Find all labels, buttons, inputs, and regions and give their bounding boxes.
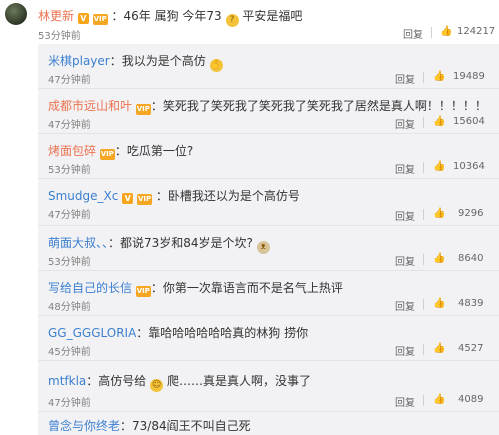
reply-text: ：靠哈哈哈哈哈哈真的林狗 捞你 [136,326,309,340]
like-count: 124217 [457,26,496,37]
cat-emoji-icon: ᴥ [256,241,270,254]
reply-button[interactable]: 回复 [395,394,415,409]
reply-author[interactable]: 萌面大叔、、 [48,236,108,250]
reply-author[interactable]: 曾念与你终老 [48,419,120,433]
list-item: 萌面大叔、、：都说73岁和84岁是个坎? ᴥ 53分钟前 回复 👍 8640 [38,226,499,271]
timestamp: 53分钟前 [38,31,81,42]
like-count: 10364 [453,161,485,172]
reply-text: ：卧槽我还以为是个高仿号 [155,189,300,203]
vip-badge-icon: VIP [99,149,115,160]
divider [423,395,424,406]
reply-author[interactable]: 成都市远山和叶 [48,99,132,113]
timestamp: 47分钟前 [48,75,91,86]
timestamp: 53分钟前 [48,165,91,176]
reply-button[interactable]: 回复 [395,253,415,268]
reply-text: ：高仿号给 [86,374,147,388]
list-item: 成都市远山和叶 VIP：笑死我了笑死我了笑死我了笑死我了居然是真人啊！！！！！ … [38,89,499,134]
reply-button[interactable]: 回复 [395,208,415,223]
reply-button[interactable]: 回复 [403,26,423,41]
like-count: 19489 [453,71,485,82]
like-thumb-icon[interactable]: 👍 [433,298,445,309]
like-count: 4089 [458,394,484,405]
like-thumb-icon[interactable]: 👍 [433,208,445,219]
smiley-emoji-icon: ☺ [150,379,164,392]
divider [431,27,432,38]
like-thumb-icon[interactable]: 👍 [433,71,445,82]
weibo-comment-thread: 林更新 V VIP ：46年 属狗 今年73 ? 平安是福吧 53分钟前 回复 … [0,0,499,435]
list-item: 写给自己的长信 VIP：你第一次靠语言而不是名气上热评 48分钟前 回复 👍 4… [38,271,499,316]
divider [423,117,424,128]
like-thumb-icon[interactable]: 👍 [433,343,445,354]
timestamp: 47分钟前 [48,210,91,221]
reply-text: ：我以为是个高仿 [109,54,206,68]
list-item: 烤面包碎 VIP：吃瓜第一位? 53分钟前 回复 👍 10364 [38,134,499,179]
reply-text: ：都说73岁和84岁是个坎? [108,236,253,250]
reply-author[interactable]: mtfkla [48,374,86,388]
reply-author[interactable]: 米棋player [48,54,110,68]
verified-v-icon: V [122,193,134,204]
divider [423,72,424,83]
timestamp: 53分钟前 [48,257,91,268]
divider [423,344,424,355]
timestamp: 47分钟前 [48,120,91,131]
reply-text: ：你第一次靠语言而不是名气上热评 [150,281,343,295]
vip-badge-icon: VIP [137,194,153,205]
top-comment-line: 林更新 V VIP ：46年 属狗 今年73 ? 平安是福吧 [38,7,302,27]
reply-button[interactable]: 回复 [395,343,415,358]
vip-badge-icon: VIP [135,104,151,115]
comment-text-continued: 平安是福吧 [242,9,303,23]
thinking-emoji-icon: ? [225,14,239,27]
reply-text: ：吃瓜第一位? [114,144,194,158]
reply-author[interactable]: 烤面包碎 [48,144,96,158]
reply-author[interactable]: GG_GGGLORIA [48,326,136,340]
divider [423,299,424,310]
like-count: 15604 [453,116,485,127]
clap-hands-emoji-icon: ✋ [209,59,223,72]
like-thumb-icon[interactable]: 👍 [433,253,445,264]
reply-text-continued: 爬……真是真人啊，没事了 [166,374,311,388]
reply-button[interactable]: 回复 [395,71,415,86]
list-item: GG_GGGLORIA：靠哈哈哈哈哈哈真的林狗 捞你 45分钟前 回复 👍 45… [38,316,499,361]
divider [423,254,424,265]
vip-badge-icon: VIP [135,286,151,297]
timestamp: 47分钟前 [48,398,91,409]
reply-text: ：笑死我了笑死我了笑死我了笑死我了居然是真人啊！！！！！ [150,99,487,113]
replies-panel: 米棋player：我以为是个高仿 ✋ 47分钟前 回复 👍 19489 成都市远… [38,44,499,435]
like-count: 9296 [458,208,484,219]
timestamp: 48分钟前 [48,302,91,313]
reply-author[interactable]: 写给自己的长信 [48,281,132,295]
like-thumb-icon[interactable]: 👍 [433,161,445,172]
divider [423,162,424,173]
like-count: 4839 [458,298,484,309]
verified-v-icon: V [77,13,89,24]
like-thumb-icon[interactable]: 👍 [440,26,452,37]
like-thumb-icon[interactable]: 👍 [433,394,445,405]
avatar[interactable] [5,3,27,25]
reply-text: ：73/84阎王不叫自己死 [120,419,251,433]
reply-button[interactable]: 回复 [395,161,415,176]
like-count: 8640 [458,253,484,264]
top-comment: 林更新 V VIP ：46年 属狗 今年73 ? 平安是福吧 53分钟前 回复 … [0,0,499,44]
list-item: Smudge_Xc V VIP ：卧槽我还以为是个高仿号 47分钟前 回复 👍 … [38,179,499,226]
divider [423,209,424,220]
like-thumb-icon[interactable]: 👍 [433,116,445,127]
reply-button[interactable]: 回复 [395,116,415,131]
comment-author[interactable]: 林更新 [38,9,74,23]
list-item: 曾念与你终老：73/84阎王不叫自己死 [38,412,499,435]
comment-text: ：46年 属狗 今年73 [111,9,222,23]
reply-author[interactable]: Smudge_Xc [48,189,118,203]
reply-button[interactable]: 回复 [395,298,415,313]
timestamp: 45分钟前 [48,347,91,358]
list-item: mtfkla：高仿号给 ☺ 爬……真是真人啊，没事了 47分钟前 回复 👍 40… [38,361,499,412]
like-count: 4527 [458,343,484,354]
list-item: 米棋player：我以为是个高仿 ✋ 47分钟前 回复 👍 19489 [38,44,499,89]
vip-badge-icon: VIP [92,14,108,25]
